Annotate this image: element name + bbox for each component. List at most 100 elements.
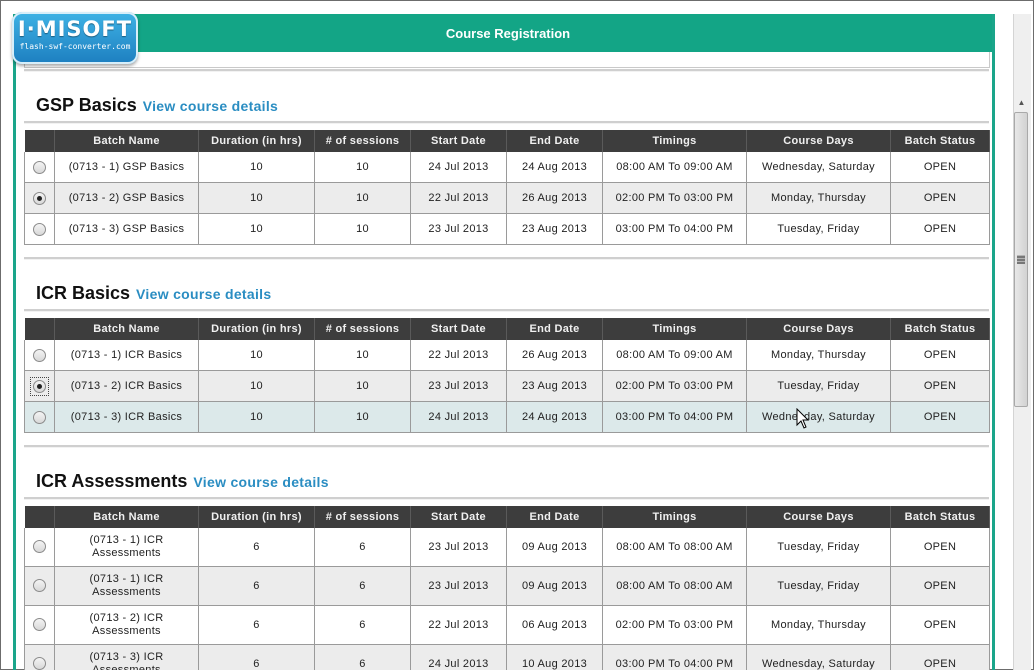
- watermark-logo: I·MISOFT flash-swf-converter.com: [12, 12, 138, 64]
- cell-batch-name: (0713 - 3) ICR Basics: [54, 401, 199, 433]
- column-header-batch-name: Batch Name: [54, 318, 199, 340]
- column-header-sessions: # of sessions: [314, 506, 411, 528]
- batch-radio-button[interactable]: [33, 348, 46, 362]
- select-column-header: [24, 318, 55, 340]
- cell-batch-name: (0713 - 1) ICR Assessments: [54, 528, 199, 567]
- cell-start-date: 23 Jul 2013: [410, 566, 507, 606]
- section-heading-icr-basics: ICR Basics View course details: [36, 283, 271, 304]
- section-title: GSP Basics: [36, 95, 137, 115]
- cell-course-days: Monday, Thursday: [746, 340, 891, 371]
- cell-duration: 10: [198, 213, 315, 245]
- table-row[interactable]: (0713 - 1) ICR Assessments 6 6 23 Jul 2013 0…: [24, 566, 990, 606]
- view-course-details-link[interactable]: View course details: [136, 286, 271, 302]
- batch-radio-button[interactable]: [33, 160, 46, 174]
- table-row[interactable]: (0713 - 2) GSP Basics 10 10 22 Jul 2013 26 A…: [24, 182, 990, 214]
- select-column-header: [24, 506, 55, 528]
- cell-timings: 08:00 AM To 08:00 AM: [602, 528, 747, 567]
- select-cell: [24, 370, 55, 402]
- cell-duration: 10: [198, 340, 315, 371]
- cell-end-date: 24 Aug 2013: [506, 401, 603, 433]
- cell-start-date: 22 Jul 2013: [410, 340, 507, 371]
- cell-sessions: 10: [314, 340, 411, 371]
- cell-course-days: Tuesday, Friday: [746, 528, 891, 567]
- table-row[interactable]: (0713 - 1) GSP Basics 10 10 24 Jul 2013 24 A…: [24, 152, 990, 183]
- table-row[interactable]: (0713 - 3) GSP Basics 10 10 23 Jul 2013 23 A…: [24, 213, 990, 245]
- cell-start-date: 23 Jul 2013: [410, 213, 507, 245]
- batch-radio-button[interactable]: [33, 540, 46, 554]
- cell-start-date: 22 Jul 2013: [410, 605, 507, 645]
- cell-duration: 6: [198, 605, 315, 645]
- select-column-header: [24, 130, 55, 152]
- cell-batch-name: (0713 - 1) GSP Basics: [54, 152, 199, 183]
- cell-batch-name: (0713 - 3) ICR Assessments: [54, 644, 199, 670]
- cell-batch-status: OPEN: [890, 644, 990, 670]
- table-header-row: Batch Name Duration (in hrs) # of sessions…: [24, 506, 990, 528]
- cell-duration: 10: [198, 401, 315, 433]
- divider: [24, 257, 989, 260]
- cell-course-days: Tuesday, Friday: [746, 213, 891, 245]
- cell-end-date: 23 Aug 2013: [506, 213, 603, 245]
- batch-radio-button[interactable]: [33, 579, 46, 593]
- cell-timings: 03:00 PM To 04:00 PM: [602, 401, 747, 433]
- batch-table-icr-basics: Batch Name Duration (in hrs) # of sessions…: [24, 318, 990, 433]
- previous-panel-edge: [24, 52, 990, 68]
- table-row[interactable]: (0713 - 3) ICR Assessments 6 6 24 Jul 2013 1…: [24, 644, 990, 670]
- column-header-batch-status: Batch Status: [890, 506, 990, 528]
- column-header-timings: Timings: [602, 318, 747, 340]
- cell-start-date: 24 Jul 2013: [410, 644, 507, 670]
- cell-duration: 10: [198, 370, 315, 402]
- cell-end-date: 26 Aug 2013: [506, 182, 603, 214]
- cell-course-days: Wednesday, Saturday: [746, 401, 891, 433]
- batch-radio-button[interactable]: [33, 191, 46, 205]
- section-heading-icr-assessments: ICR Assessments View course details: [36, 471, 329, 492]
- batch-radio-button[interactable]: [33, 657, 46, 670]
- batch-radio-button[interactable]: [33, 410, 46, 424]
- cell-batch-status: OPEN: [890, 605, 990, 645]
- table-row[interactable]: (0713 - 3) ICR Basics 10 10 24 Jul 2013 24 A…: [24, 401, 990, 433]
- batch-radio-button[interactable]: [33, 379, 46, 393]
- table-row[interactable]: (0713 - 1) ICR Basics 10 10 22 Jul 2013 26 A…: [24, 340, 990, 371]
- section-title: ICR Assessments: [36, 471, 188, 491]
- column-header-end-date: End Date: [506, 318, 603, 340]
- cell-end-date: 10 Aug 2013: [506, 644, 603, 670]
- page-header: Course Registration: [16, 14, 992, 52]
- mouse-cursor-icon: [796, 408, 810, 429]
- table-header-row: Batch Name Duration (in hrs) # of sessions…: [24, 130, 990, 152]
- cell-end-date: 09 Aug 2013: [506, 566, 603, 606]
- select-cell: [24, 152, 55, 183]
- column-header-course-days: Course Days: [746, 506, 891, 528]
- table-row[interactable]: (0713 - 2) ICR Assessments 6 6 22 Jul 2013 0…: [24, 605, 990, 645]
- column-header-course-days: Course Days: [746, 130, 891, 152]
- select-cell: [24, 213, 55, 245]
- table-row[interactable]: (0713 - 1) ICR Assessments 6 6 23 Jul 2013 0…: [24, 528, 990, 567]
- view-course-details-link[interactable]: View course details: [143, 98, 278, 114]
- view-course-details-link[interactable]: View course details: [193, 474, 328, 490]
- frame-border-right: [992, 14, 995, 670]
- batch-table-icr-assessments: Batch Name Duration (in hrs) # of sessions…: [24, 506, 990, 670]
- cell-sessions: 10: [314, 213, 411, 245]
- batch-radio-button[interactable]: [33, 618, 46, 632]
- divider: [24, 445, 989, 448]
- cell-start-date: 23 Jul 2013: [410, 528, 507, 567]
- scroll-up-arrow-icon[interactable]: ▲: [1013, 96, 1030, 110]
- cell-timings: 02:00 PM To 03:00 PM: [602, 182, 747, 214]
- column-header-start-date: Start Date: [410, 506, 507, 528]
- table-row[interactable]: (0713 - 2) ICR Basics 10 10 23 Jul 2013 23 A…: [24, 370, 990, 402]
- column-header-batch-name: Batch Name: [54, 130, 199, 152]
- cell-batch-status: OPEN: [890, 182, 990, 214]
- batch-radio-button[interactable]: [33, 222, 46, 236]
- cell-end-date: 26 Aug 2013: [506, 340, 603, 371]
- cell-batch-status: OPEN: [890, 152, 990, 183]
- select-cell: [24, 528, 55, 567]
- cell-batch-name: (0713 - 1) ICR Basics: [54, 340, 199, 371]
- cell-batch-name: (0713 - 2) ICR Assessments: [54, 605, 199, 645]
- page-title: Course Registration: [445, 25, 571, 41]
- divider: [24, 497, 989, 500]
- cell-batch-name: (0713 - 2) GSP Basics: [54, 182, 199, 214]
- column-header-sessions: # of sessions: [314, 318, 411, 340]
- column-header-end-date: End Date: [506, 130, 603, 152]
- cell-course-days: Monday, Thursday: [746, 605, 891, 645]
- cell-batch-status: OPEN: [890, 370, 990, 402]
- divider: [24, 69, 989, 72]
- cell-duration: 6: [198, 566, 315, 606]
